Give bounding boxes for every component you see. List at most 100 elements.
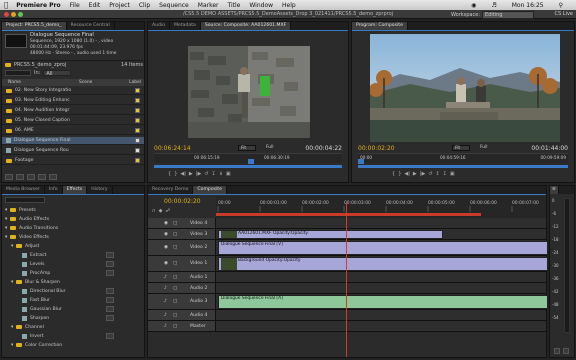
menu-edit[interactable]: Edit (89, 2, 101, 9)
mark-out-icon[interactable]: } (174, 171, 177, 177)
snap-icon[interactable]: ∩ (152, 208, 156, 214)
track-video-4[interactable]: ◉ ▢ Video 4 (148, 218, 546, 229)
source-time-ruler[interactable]: 00:06:15:19 00:06:30:19 (154, 153, 342, 164)
list-item[interactable]: 04. New Audition Integr (15, 108, 69, 113)
effects-tree-item[interactable]: Fast Blur (2, 296, 144, 304)
eye-icon[interactable]: ◉ (164, 232, 168, 237)
playhead[interactable] (358, 159, 364, 164)
tab-resource-central[interactable]: Resource Central (67, 22, 115, 30)
tab-effects[interactable]: Effects (62, 186, 88, 194)
track-header[interactable]: ♪ ▢ Audio 4 (148, 310, 216, 320)
tab-audio[interactable]: Audio (148, 22, 171, 30)
source-fit-select[interactable]: Fit (238, 145, 256, 151)
timeline-clip[interactable]: Dialogue Sequence Final [A] (218, 295, 548, 309)
lock-icon[interactable]: ▢ (173, 313, 177, 318)
effects-tree-item[interactable]: ▾ Audio Effects (2, 215, 144, 223)
play-icon[interactable]: ▶ (189, 171, 193, 177)
lift-icon[interactable]: ↥ (436, 171, 440, 177)
lock-icon[interactable]: ▢ (173, 324, 177, 329)
speaker-icon[interactable]: ♪ (164, 313, 167, 318)
track-header[interactable]: ♪ ▢ Audio 2 (148, 283, 216, 293)
tab-composite[interactable]: Composite (193, 186, 227, 194)
list-item[interactable]: 02. New Story Integratio (15, 88, 71, 93)
list-item-selected[interactable]: Dialogue Sequence Final (14, 138, 71, 143)
list-item[interactable]: Dialogue Sequence Rou (14, 148, 69, 153)
tab-history[interactable]: History (87, 186, 113, 194)
source-full-select[interactable]: Full (266, 145, 274, 150)
col-name[interactable]: Name (8, 80, 21, 85)
cs-live-button[interactable]: CS Live (555, 11, 573, 17)
effects-tree-item[interactable]: ▾ Video Effects (2, 233, 144, 241)
lock-icon[interactable]: ▢ (173, 245, 177, 250)
effects-tree-item[interactable]: ProcAmp (2, 269, 144, 277)
lock-icon[interactable]: ▢ (173, 232, 177, 237)
play-icon[interactable]: ▶ (413, 171, 417, 177)
list-view-button[interactable] (5, 174, 13, 180)
step-forward-icon[interactable]: |▶ (420, 171, 426, 177)
speaker-icon[interactable]: ♪ (164, 286, 167, 291)
menu-help[interactable]: Help (282, 2, 296, 9)
eye-icon[interactable]: ◉ (164, 261, 168, 266)
marker-icon[interactable]: ◆ (159, 208, 163, 214)
effects-tree-item[interactable]: Sharpen (2, 314, 144, 322)
new-bin-button[interactable] (27, 174, 35, 180)
tab-source[interactable]: Source: Composite: AA012601.MXF (200, 22, 292, 30)
effects-search-input[interactable] (5, 197, 45, 203)
step-forward-icon[interactable]: |▶ (196, 171, 202, 177)
step-back-icon[interactable]: ◀| (404, 171, 410, 177)
lock-icon[interactable]: ▢ (173, 275, 177, 280)
program-full-select[interactable]: Full (480, 145, 488, 150)
timeline-playhead[interactable] (346, 202, 347, 357)
source-zoom-bar[interactable] (154, 165, 342, 168)
playhead[interactable] (248, 159, 254, 164)
timeline-clip[interactable]: Background Opacity:Opacity (218, 257, 548, 271)
effects-tree-item[interactable]: ▾ Channel (2, 323, 144, 331)
export-frame-icon[interactable]: ▣ (226, 171, 231, 177)
effects-tree-item[interactable]: Invert (2, 332, 144, 340)
eye-icon[interactable]: ◉ (164, 245, 168, 250)
overwrite-icon[interactable]: ↡ (219, 171, 223, 177)
timeline-ruler[interactable]: 00:00 00:00:01:00 00:00:02:00 00:00:03:00 00… (216, 196, 546, 218)
app-menu[interactable]: Premiere Pro (16, 2, 60, 9)
effects-tree-item[interactable]: ▾ Audio Transitions (2, 224, 144, 232)
track-header[interactable]: ♪ ▢ Audio 1 (148, 272, 216, 282)
list-item[interactable]: Footage (15, 158, 33, 163)
effects-tree-item[interactable]: Levels (2, 260, 144, 268)
source-current-timecode[interactable]: 00:06:24:14 (154, 145, 191, 152)
track-header[interactable]: ◉ ▢ Video 1 (148, 256, 216, 271)
icon-view-button[interactable] (16, 174, 24, 180)
track-header[interactable]: ♪ ▢ Audio 3 (148, 294, 216, 309)
track-audio-1[interactable]: ♪ ▢ Audio 1 (148, 272, 546, 283)
menu-project[interactable]: Project (109, 2, 130, 9)
menu-clip[interactable]: Clip (139, 2, 150, 9)
volume-icon[interactable]: ♬ (491, 2, 496, 9)
in-select[interactable]: All (43, 70, 72, 77)
step-back-icon[interactable]: ◀| (180, 171, 186, 177)
speaker-icon[interactable]: ♪ (164, 299, 167, 304)
speaker-icon[interactable]: ♪ (164, 324, 167, 329)
effects-tree-item[interactable]: ▾ Blur & Sharpen (2, 278, 144, 286)
menu-marker[interactable]: Marker (198, 2, 219, 9)
col-scene[interactable]: Scene (79, 80, 92, 85)
program-time-ruler[interactable]: 00:00 00:04:59:16 00:09:59:09 (358, 153, 568, 164)
lock-icon[interactable]: ▢ (173, 299, 177, 304)
solo-right-button[interactable] (563, 348, 569, 354)
program-zoom-bar[interactable] (358, 165, 568, 168)
list-item[interactable]: 05. New Closed Caption (15, 118, 70, 123)
eye-icon[interactable]: ◉ (164, 221, 168, 226)
tab-recovery-demo[interactable]: Recovery Demo (148, 186, 194, 194)
mark-in-icon[interactable]: { (392, 171, 395, 177)
loop-icon[interactable]: ↺ (204, 171, 208, 177)
wifi-icon[interactable]: ◉ (471, 2, 476, 9)
lock-icon[interactable]: ▢ (173, 261, 177, 266)
lock-icon[interactable]: ▢ (173, 286, 177, 291)
delete-button[interactable] (49, 174, 57, 180)
program-current-timecode[interactable]: 00:00:02:20 (358, 145, 395, 152)
effects-tree-item[interactable]: ▾ Presets (2, 206, 144, 214)
mark-out-icon[interactable]: } (398, 171, 401, 177)
timeline-clip[interactable]: Dialogue Sequence Final [V] (218, 241, 548, 255)
solo-left-button[interactable] (554, 348, 560, 354)
track-header[interactable]: ◉ ▢ Video 3 (148, 229, 216, 239)
tab-program[interactable]: Program: Composite (352, 22, 408, 30)
menu-sequence[interactable]: Sequence (159, 2, 189, 9)
